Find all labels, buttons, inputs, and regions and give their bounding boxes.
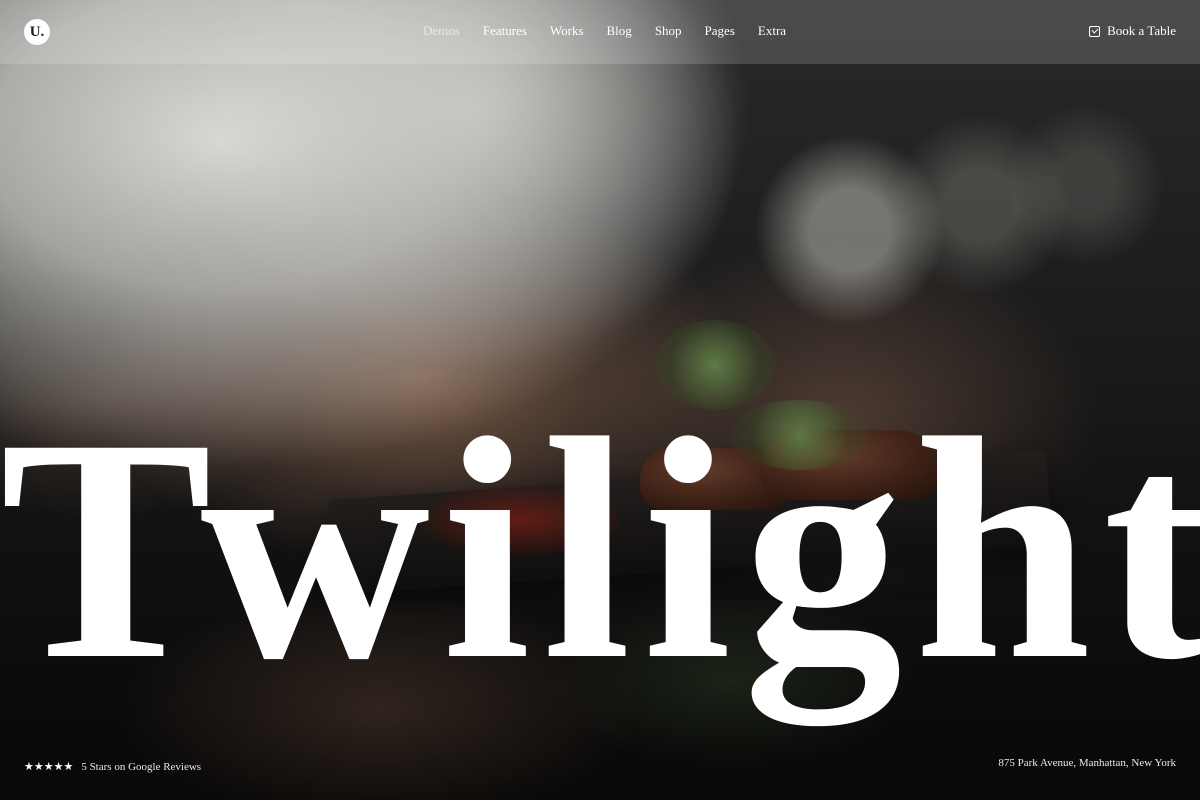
site-logo[interactable]: U. bbox=[24, 19, 50, 45]
restaurant-address: 875 Park Avenue, Manhattan, New York bbox=[998, 757, 1176, 769]
book-table-link[interactable]: Book a Table bbox=[1089, 23, 1176, 39]
google-rating: ★★★★★ 5 Stars on Google Reviews bbox=[24, 760, 201, 773]
main-navigation: Demos Features Works Blog Shop Pages Ext… bbox=[423, 23, 809, 39]
hero-headline: Twilight bbox=[0, 373, 1200, 725]
nav-item-works[interactable]: Works bbox=[550, 23, 584, 39]
nav-item-pages[interactable]: Pages bbox=[705, 23, 735, 39]
star-rating-icon: ★★★★★ bbox=[24, 760, 74, 773]
book-table-label: Book a Table bbox=[1107, 23, 1176, 38]
nav-item-shop[interactable]: Shop bbox=[655, 23, 682, 39]
nav-item-blog[interactable]: Blog bbox=[607, 23, 632, 39]
nav-item-extra[interactable]: Extra bbox=[758, 23, 786, 39]
nav-item-demos[interactable]: Demos bbox=[423, 23, 460, 39]
check-square-icon bbox=[1089, 25, 1101, 37]
top-navigation-bar: U. Demos Features Works Blog Shop Pages … bbox=[0, 0, 1200, 64]
nav-item-features[interactable]: Features bbox=[483, 23, 527, 39]
rating-text: 5 Stars on Google Reviews bbox=[81, 760, 202, 773]
